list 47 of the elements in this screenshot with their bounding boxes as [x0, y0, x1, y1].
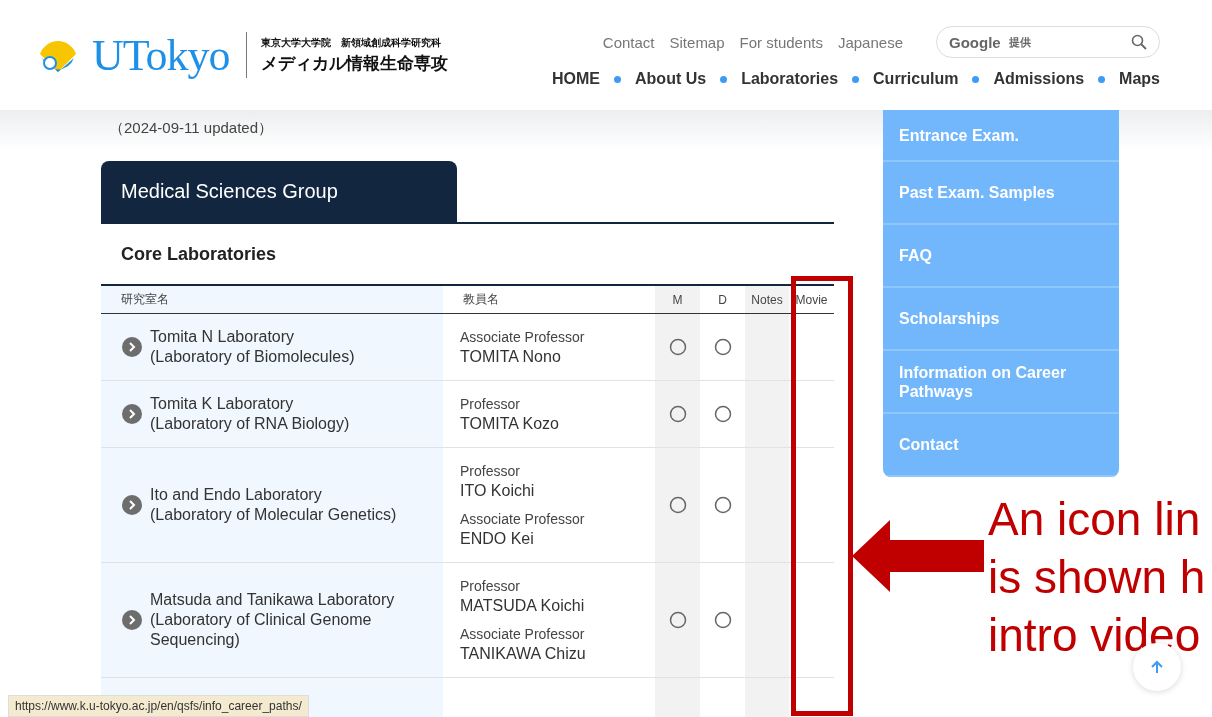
school-name: 東京大学大学院 新領域創成科学研究科	[260, 35, 442, 50]
search-icon[interactable]	[1131, 34, 1147, 50]
nav-link[interactable]: Curriculum	[873, 70, 959, 88]
staff-title: Associate Professor	[460, 625, 586, 644]
group-tab[interactable]: Medical Sciences Group	[101, 161, 457, 222]
updated-date: （2024-09-11 updated）	[108, 118, 274, 138]
staff-name: TOMITA Nono	[460, 347, 562, 367]
bullet-icon	[1098, 75, 1106, 83]
bullet-icon	[972, 75, 980, 83]
staff-name: MATSUDA Koichi	[460, 596, 586, 616]
nav-link[interactable]: About Us	[635, 70, 707, 88]
top-link[interactable]: Japanese	[837, 33, 903, 51]
status-url: https://www.k.u-tokyo.ac.jp/en/qsfs/info_career_paths/	[8, 695, 309, 717]
staff-name: ENDO Kei	[460, 529, 535, 549]
staff-title: Associate Professor	[460, 510, 586, 529]
bullet-icon	[614, 75, 622, 83]
chevron-right-icon[interactable]	[122, 404, 142, 424]
staff-title: Professor	[460, 395, 521, 414]
top-link[interactable]: Contact	[602, 33, 655, 51]
top-link[interactable]: Sitemap	[669, 33, 725, 51]
column-header: D	[700, 286, 745, 314]
bullet-icon	[720, 75, 728, 83]
annotation-text: is shown h	[988, 550, 1206, 605]
logo-text[interactable]: UTokyo	[92, 29, 230, 81]
column-header: 研究室名	[101, 286, 443, 314]
staff-name: ITO Koichi	[460, 481, 536, 501]
top-link[interactable]: For students	[739, 33, 823, 51]
chevron-right-icon[interactable]	[122, 337, 142, 357]
staff-name: TANIKAWA Chizu	[460, 644, 587, 664]
staff-title: Professor	[460, 577, 521, 596]
bullet-icon	[852, 75, 860, 83]
column-header: Notes	[745, 286, 789, 314]
chevron-right-icon[interactable]	[122, 495, 142, 515]
nav-link[interactable]: HOME	[552, 70, 601, 88]
arrow-icon	[852, 520, 984, 592]
department-name: メディカル情報生命専攻	[260, 52, 448, 75]
column-header: M	[655, 286, 700, 314]
nav-link[interactable]: Laboratories	[741, 70, 839, 88]
chevron-right-icon[interactable]	[122, 610, 142, 630]
arrow-up-icon	[1150, 660, 1164, 674]
staff-title: Professor	[460, 462, 521, 481]
column-header: 教員名	[443, 286, 655, 314]
nav-link[interactable]: Maps	[1119, 70, 1160, 88]
nav-link[interactable]: Admissions	[993, 70, 1085, 88]
staff-title: Associate Professor	[460, 328, 586, 347]
annotation-text: An icon lin	[988, 492, 1202, 547]
staff-name: TOMITA Kozo	[460, 414, 560, 434]
